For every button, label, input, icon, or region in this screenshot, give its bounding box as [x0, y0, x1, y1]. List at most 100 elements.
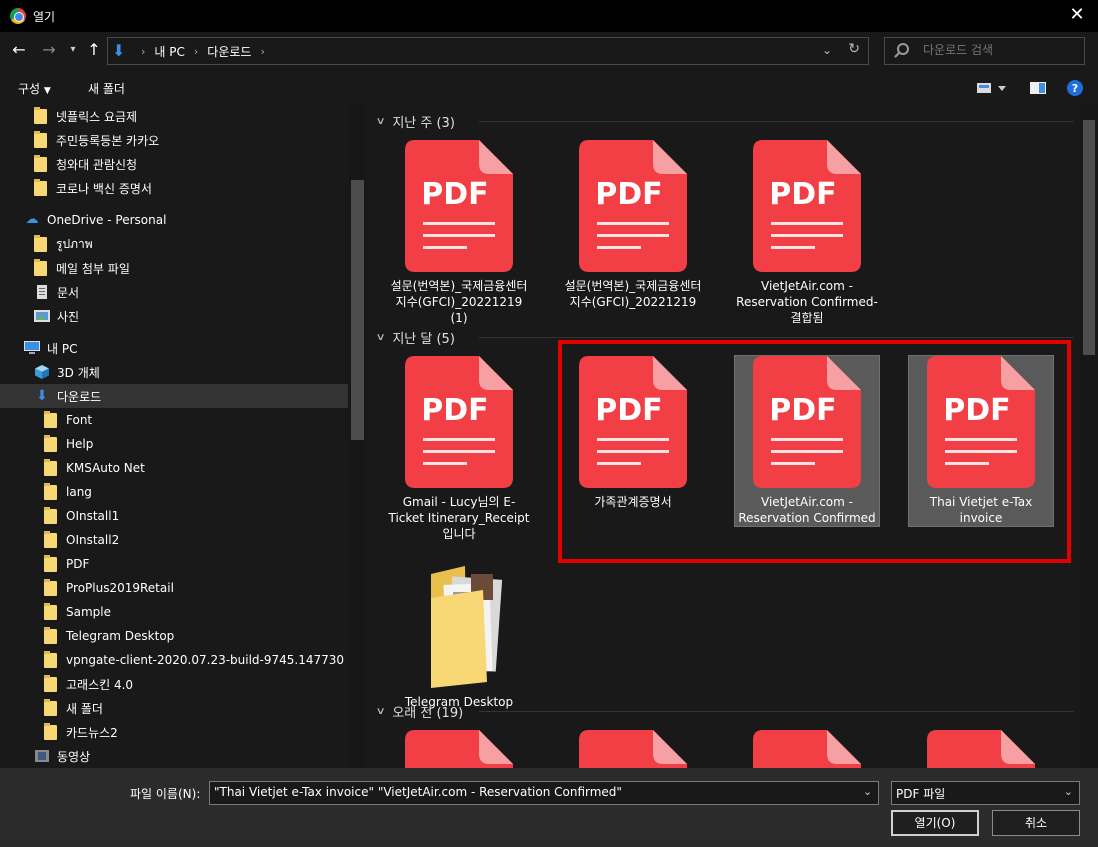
- pdf-file-item[interactable]: PDF Gmail - Lucy님의 E-Ticket Itinerary_Rec…: [387, 356, 531, 541]
- sidebar-item-folder[interactable]: OInstall1: [0, 504, 348, 528]
- file-type-select[interactable]: PDF 파일 ⌄: [891, 781, 1080, 805]
- pdf-icon-text: PDF: [595, 177, 662, 212]
- pdf-file-item[interactable]: PDF 가족관계증명서: [561, 356, 705, 526]
- sidebar-item-label: ProPlus2019Retail: [66, 581, 174, 595]
- folder-icon: [44, 674, 57, 692]
- address-bar[interactable]: ⬇ › 내 PC › 다운로드 › ⌄ ↻: [107, 37, 869, 65]
- sidebar-item-label: 다운로드: [57, 389, 102, 404]
- breadcrumb-item-downloads[interactable]: 다운로드: [207, 43, 251, 60]
- sidebar-item-cube[interactable]: 3D 개체: [0, 360, 348, 384]
- close-icon[interactable]: ✕: [1066, 4, 1088, 26]
- pdf-icon-text: PDF: [943, 393, 1010, 428]
- sidebar-item-folder[interactable]: Sample: [0, 600, 348, 624]
- sidebar-item-folder[interactable]: 메일 첨부 파일: [0, 256, 348, 280]
- folder-icon: [44, 698, 57, 716]
- file-name: 설문(번역본)_국제금융센터지수(GFCI)_20221219 (1): [390, 279, 528, 325]
- search-box[interactable]: [884, 37, 1085, 65]
- navigation-pane: 넷플릭스 요금제주민등록등본 카카오청와대 관람신청코로나 백신 증명서 ☁ One…: [0, 104, 366, 768]
- sidebar-item-folder[interactable]: 주민등록등본 카카오: [0, 128, 348, 152]
- pdf-icon-text: PDF: [769, 393, 836, 428]
- pdf-file-item[interactable]: PDF Thai Vietjet e-Tax invoice: [908, 355, 1054, 527]
- sidebar-item-folder[interactable]: 청와대 관람신청: [0, 152, 348, 176]
- navigation-pane-scrollbar-thumb[interactable]: [351, 180, 364, 440]
- preview-pane-icon[interactable]: [1029, 79, 1047, 97]
- file-name: VietJetAir.com - Reservation Confirmed-결…: [736, 279, 878, 325]
- view-options-icon[interactable]: [976, 79, 1006, 97]
- sidebar-item-folder[interactable]: 카드뉴스2: [0, 720, 348, 744]
- sidebar-item-folder[interactable]: รูปภาพ: [0, 232, 348, 256]
- sidebar-item-label: Sample: [66, 605, 111, 619]
- search-input[interactable]: [923, 43, 1078, 57]
- cancel-button[interactable]: 취소: [992, 810, 1080, 836]
- file-list-scrollbar-thumb[interactable]: [1083, 120, 1095, 355]
- address-dropdown-chevron-icon[interactable]: ⌄: [822, 43, 832, 57]
- breadcrumb-separator-icon[interactable]: ›: [260, 45, 264, 58]
- pdf-icon: PDF: [927, 356, 1035, 488]
- sidebar-item-picture[interactable]: 사진: [0, 304, 348, 328]
- refresh-icon[interactable]: ↻: [848, 41, 860, 57]
- download-arrow-icon: ⬇: [36, 388, 48, 404]
- forward-arrow-icon[interactable]: →: [40, 40, 58, 60]
- title-bar: 열기 ✕: [0, 0, 1098, 32]
- pdf-file-item[interactable]: PDF: [909, 730, 1053, 768]
- pdf-file-item[interactable]: PDF: [735, 730, 879, 768]
- folder-icon: [44, 482, 57, 500]
- open-button[interactable]: 열기(O): [891, 810, 979, 836]
- pdf-file-item[interactable]: PDF: [387, 730, 531, 768]
- up-arrow-icon[interactable]: ↑: [85, 40, 103, 60]
- pdf-file-item[interactable]: PDF VietJetAir.com - Reservation Confirme…: [734, 355, 880, 527]
- group-header[interactable]: ∨ 지난 주 (3): [375, 110, 455, 132]
- pdf-file-item[interactable]: PDF VietJetAir.com - Reservation Confirme…: [735, 140, 879, 325]
- sidebar-item-document[interactable]: 문서: [0, 280, 348, 304]
- folder-icon: [34, 106, 47, 124]
- breadcrumb-separator-icon[interactable]: ›: [141, 45, 145, 58]
- sidebar-item-computer[interactable]: 내 PC: [0, 336, 348, 360]
- breadcrumb-separator-icon[interactable]: ›: [194, 45, 198, 58]
- sidebar-item-folder[interactable]: 코로나 백신 증명서: [0, 176, 348, 200]
- sidebar-item-folder[interactable]: 새 폴더: [0, 696, 348, 720]
- sidebar-item-folder[interactable]: OInstall2: [0, 528, 348, 552]
- filename-label: 파일 이름(N):: [130, 787, 201, 801]
- sidebar-item-folder[interactable]: Telegram Desktop: [0, 624, 348, 648]
- sidebar-item-folder[interactable]: ProPlus2019Retail: [0, 576, 348, 600]
- filename-dropdown-chevron-icon[interactable]: ⌄: [863, 785, 872, 798]
- sidebar-item-video[interactable]: 동영상: [0, 744, 348, 768]
- new-folder-button[interactable]: 새 폴더: [88, 80, 125, 97]
- pdf-file-item[interactable]: PDF 설문(번역본)_국제금융센터지수(GFCI)_20221219: [561, 140, 705, 310]
- sidebar-item-folder[interactable]: Help: [0, 432, 348, 456]
- file-name: VietJetAir.com - Reservation Confirmed: [738, 495, 876, 525]
- folder-icon: [34, 178, 47, 196]
- sidebar-item-folder[interactable]: 고래스킨 4.0: [0, 672, 348, 696]
- group-header[interactable]: ∨ 지난 달 (5): [376, 326, 455, 348]
- sidebar-item-label: lang: [66, 485, 92, 499]
- sidebar-item-folder[interactable]: PDF: [0, 552, 348, 576]
- filename-input[interactable]: "Thai Vietjet e-Tax invoice" "VietJetAir…: [209, 781, 879, 805]
- sidebar-item-label: 카드뉴스2: [66, 725, 118, 740]
- sidebar-item-folder[interactable]: lang: [0, 480, 348, 504]
- folder-item[interactable]: Telegram Desktop: [387, 556, 531, 726]
- group-title: 지난 달 (5): [392, 331, 455, 347]
- sidebar-item-folder[interactable]: 넷플릭스 요금제: [0, 104, 348, 128]
- folder-icon: [34, 258, 47, 276]
- group-divider: [479, 121, 1074, 122]
- sidebar-item-folder[interactable]: Font: [0, 408, 348, 432]
- sidebar-item-onedrive[interactable]: ☁ OneDrive - Personal: [0, 208, 348, 232]
- pdf-icon: PDF: [753, 730, 861, 768]
- help-icon[interactable]: ?: [1066, 79, 1084, 97]
- sidebar-item-folder[interactable]: KMSAuto Net: [0, 456, 348, 480]
- sidebar-item-folder[interactable]: vpngate-client-2020.07.23-build-9745.147…: [0, 648, 348, 672]
- sidebar-item-label: 청와대 관람신청: [56, 157, 138, 172]
- breadcrumb-item-my-pc[interactable]: 내 PC: [154, 43, 184, 60]
- sidebar-item-label: 메일 첨부 파일: [56, 261, 130, 276]
- pdf-file-item[interactable]: PDF: [561, 730, 705, 768]
- sidebar-item-label: 넷플릭스 요금제: [56, 109, 138, 124]
- chevron-down-icon: ∨: [375, 115, 386, 127]
- group-divider: [479, 711, 1074, 712]
- organize-button[interactable]: 구성 ▼: [18, 80, 51, 97]
- folder-icon: [44, 410, 57, 428]
- folder-icon: [44, 458, 57, 476]
- pdf-file-item[interactable]: PDF 설문(번역본)_국제금융센터지수(GFCI)_20221219 (1): [387, 140, 531, 325]
- recent-locations-chevron-icon[interactable]: ▾: [64, 40, 82, 60]
- sidebar-item-download-arrow[interactable]: ⬇ 다운로드: [0, 384, 348, 408]
- back-arrow-icon[interactable]: ←: [10, 40, 28, 60]
